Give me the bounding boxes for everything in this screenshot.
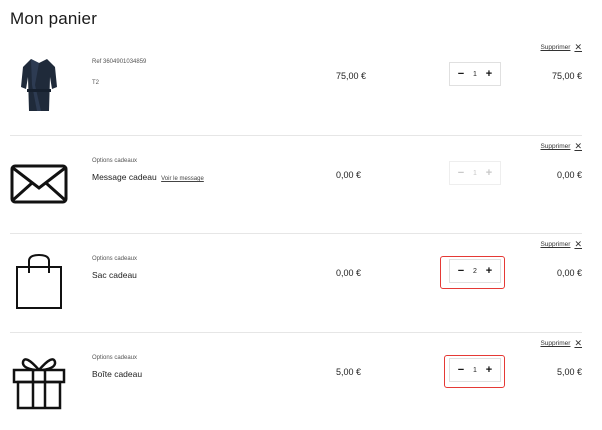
close-icon[interactable]: ✕ [574, 339, 582, 348]
gift-option-info: Options cadeaux Sac cadeau [92, 256, 272, 280]
option-category: Options cadeaux [92, 256, 138, 262]
decrease-quantity-button[interactable]: − [456, 167, 466, 179]
option-category: Options cadeaux [92, 158, 138, 164]
line-total: 75,00 € [551, 71, 582, 81]
view-message-link[interactable]: Voir le message [161, 176, 204, 182]
close-icon[interactable]: ✕ [574, 240, 582, 249]
decrease-quantity-button[interactable]: − [456, 265, 466, 277]
remove-link[interactable]: Supprimer ✕ [540, 43, 582, 52]
product-size: T2 [92, 80, 100, 86]
envelope-icon [10, 152, 68, 216]
gift-option-info: Options cadeaux Boîte cadeau [92, 355, 272, 379]
quantity-stepper: − 2 + [449, 259, 501, 283]
line-total: 0,00 € [556, 268, 582, 278]
product-reference: Ref 3604901034859 [92, 59, 147, 65]
cart-row-gift-box: Supprimer ✕ Options cadeaux Boîte cadeau… [10, 333, 582, 430]
option-name: Boîte cadeau [92, 369, 143, 379]
quantity-stepper: − 1 + [449, 358, 501, 382]
remove-link[interactable]: Supprimer ✕ [540, 142, 582, 151]
close-icon[interactable]: ✕ [574, 142, 582, 151]
quantity-value[interactable]: 2 [473, 268, 477, 275]
gift-option-info: Options cadeaux Message cadeau Voir le m… [92, 158, 272, 182]
unit-price: 75,00 € [336, 71, 367, 81]
remove-link[interactable]: Supprimer ✕ [540, 339, 582, 348]
product-info: Ref 3604901034859 T2 [92, 59, 272, 86]
quantity-value[interactable]: 1 [473, 71, 477, 78]
line-total: 0,00 € [556, 170, 582, 180]
remove-link[interactable]: Supprimer ✕ [540, 240, 582, 249]
option-name: Message cadeau [92, 172, 157, 182]
line-total: 5,00 € [556, 367, 582, 377]
cart-row-gift-message: Supprimer ✕ Options cadeaux Message cade… [10, 136, 582, 235]
shopping-bag-icon [10, 250, 68, 314]
gift-box-icon [10, 349, 68, 413]
unit-price: 5,00 € [336, 367, 362, 377]
cart-row-gift-bag: Supprimer ✕ Options cadeaux Sac cadeau 0… [10, 234, 582, 333]
increase-quantity-button[interactable]: + [484, 364, 494, 376]
decrease-quantity-button[interactable]: − [456, 68, 466, 80]
quantity-value[interactable]: 1 [473, 170, 477, 177]
decrease-quantity-button[interactable]: − [456, 364, 466, 376]
option-category: Options cadeaux [92, 355, 138, 361]
cart-row-bathrobe: Supprimer ✕ Ref 3604901034859 T2 75,00 €… [10, 37, 582, 136]
unit-price: 0,00 € [336, 268, 362, 278]
page-title: Mon panier [10, 9, 98, 28]
increase-quantity-button[interactable]: + [484, 167, 494, 179]
quantity-stepper: − 1 + [449, 161, 501, 185]
close-icon[interactable]: ✕ [574, 43, 582, 52]
bathrobe-icon[interactable] [10, 53, 68, 117]
increase-quantity-button[interactable]: + [484, 68, 494, 80]
option-name: Sac cadeau [92, 270, 137, 280]
quantity-value[interactable]: 1 [473, 367, 477, 374]
unit-price: 0,00 € [336, 170, 362, 180]
quantity-stepper: − 1 + [449, 62, 501, 86]
increase-quantity-button[interactable]: + [484, 265, 494, 277]
